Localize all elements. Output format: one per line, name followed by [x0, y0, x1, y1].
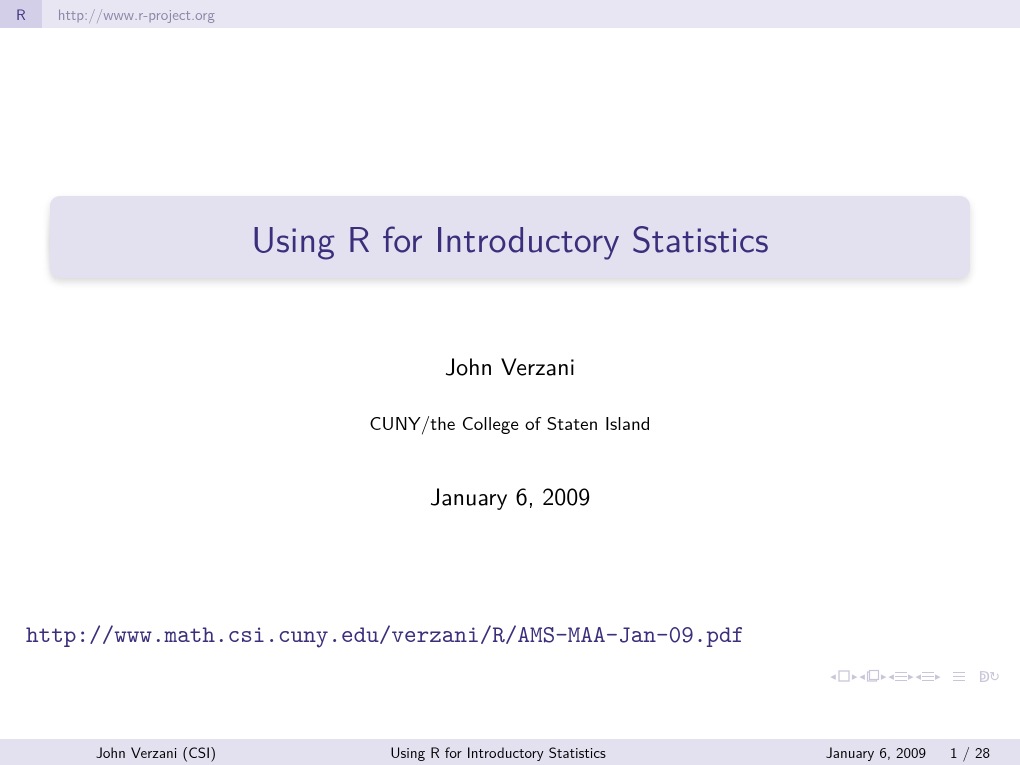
- frame-icon[interactable]: [866, 669, 880, 683]
- footer-title: Using R for Introductory Statistics: [312, 741, 684, 763]
- footer-bar: John Verzani (CSI) Using R for Introduct…: [0, 739, 1020, 765]
- prev-frame-icon[interactable]: ◂: [859, 668, 865, 684]
- subsection-icon[interactable]: [895, 670, 907, 682]
- prev-section-icon[interactable]: ◂: [915, 668, 921, 684]
- header-nav: R http://www.r-project.org: [0, 0, 1020, 28]
- next-frame-icon[interactable]: ▸: [881, 668, 887, 684]
- footer-meta: January 6, 2009 1 / 28: [684, 741, 1020, 763]
- slide-nav-group[interactable]: ◂ ▸: [830, 668, 857, 684]
- beamer-nav-symbols: ◂ ▸ ◂ ▸ ◂ ▸ ◂ ▸ ↁ ↻: [830, 665, 1000, 687]
- next-slide-icon[interactable]: ▸: [852, 668, 858, 684]
- slide-icon[interactable]: [837, 669, 851, 683]
- section-icon[interactable]: [922, 670, 934, 682]
- header-tab-label: R: [16, 3, 26, 25]
- footer-date: January 6, 2009: [826, 741, 926, 763]
- slide-body: Using R for Introductory Statistics John…: [0, 28, 1020, 715]
- back-forward-icon[interactable]: ↁ: [979, 665, 988, 687]
- header-subsection[interactable]: http://www.r-project.org: [42, 0, 1020, 28]
- subsection-nav-group[interactable]: ◂ ▸: [888, 668, 913, 684]
- search-forward-icon[interactable]: ↻: [989, 667, 1000, 686]
- presentation-date: January 6, 2009: [0, 478, 1020, 513]
- prev-subsection-icon[interactable]: ◂: [888, 668, 894, 684]
- section-nav-group[interactable]: ◂ ▸: [915, 668, 940, 684]
- next-subsection-icon[interactable]: ▸: [908, 668, 914, 684]
- frame-nav-group[interactable]: ◂ ▸: [859, 668, 886, 684]
- doc-nav-icon[interactable]: [953, 670, 965, 682]
- title-block: Using R for Introductory Statistics: [50, 196, 970, 278]
- footer-page-number: 1 / 28: [950, 741, 990, 763]
- footer-author: John Verzani (CSI): [0, 741, 312, 763]
- presentation-title: Using R for Introductory Statistics: [251, 211, 768, 264]
- header-section-tab[interactable]: R: [0, 0, 42, 28]
- author-name: John Verzani: [0, 348, 1020, 383]
- header-subsection-label: http://www.r-project.org: [58, 3, 215, 25]
- next-section-icon[interactable]: ▸: [935, 668, 941, 684]
- source-url[interactable]: http://www.math.csi.cuny.edu/verzani/R/A…: [26, 618, 744, 650]
- prev-slide-icon[interactable]: ◂: [830, 668, 836, 684]
- affiliation: CUNY/the College of Staten Island: [0, 408, 1020, 436]
